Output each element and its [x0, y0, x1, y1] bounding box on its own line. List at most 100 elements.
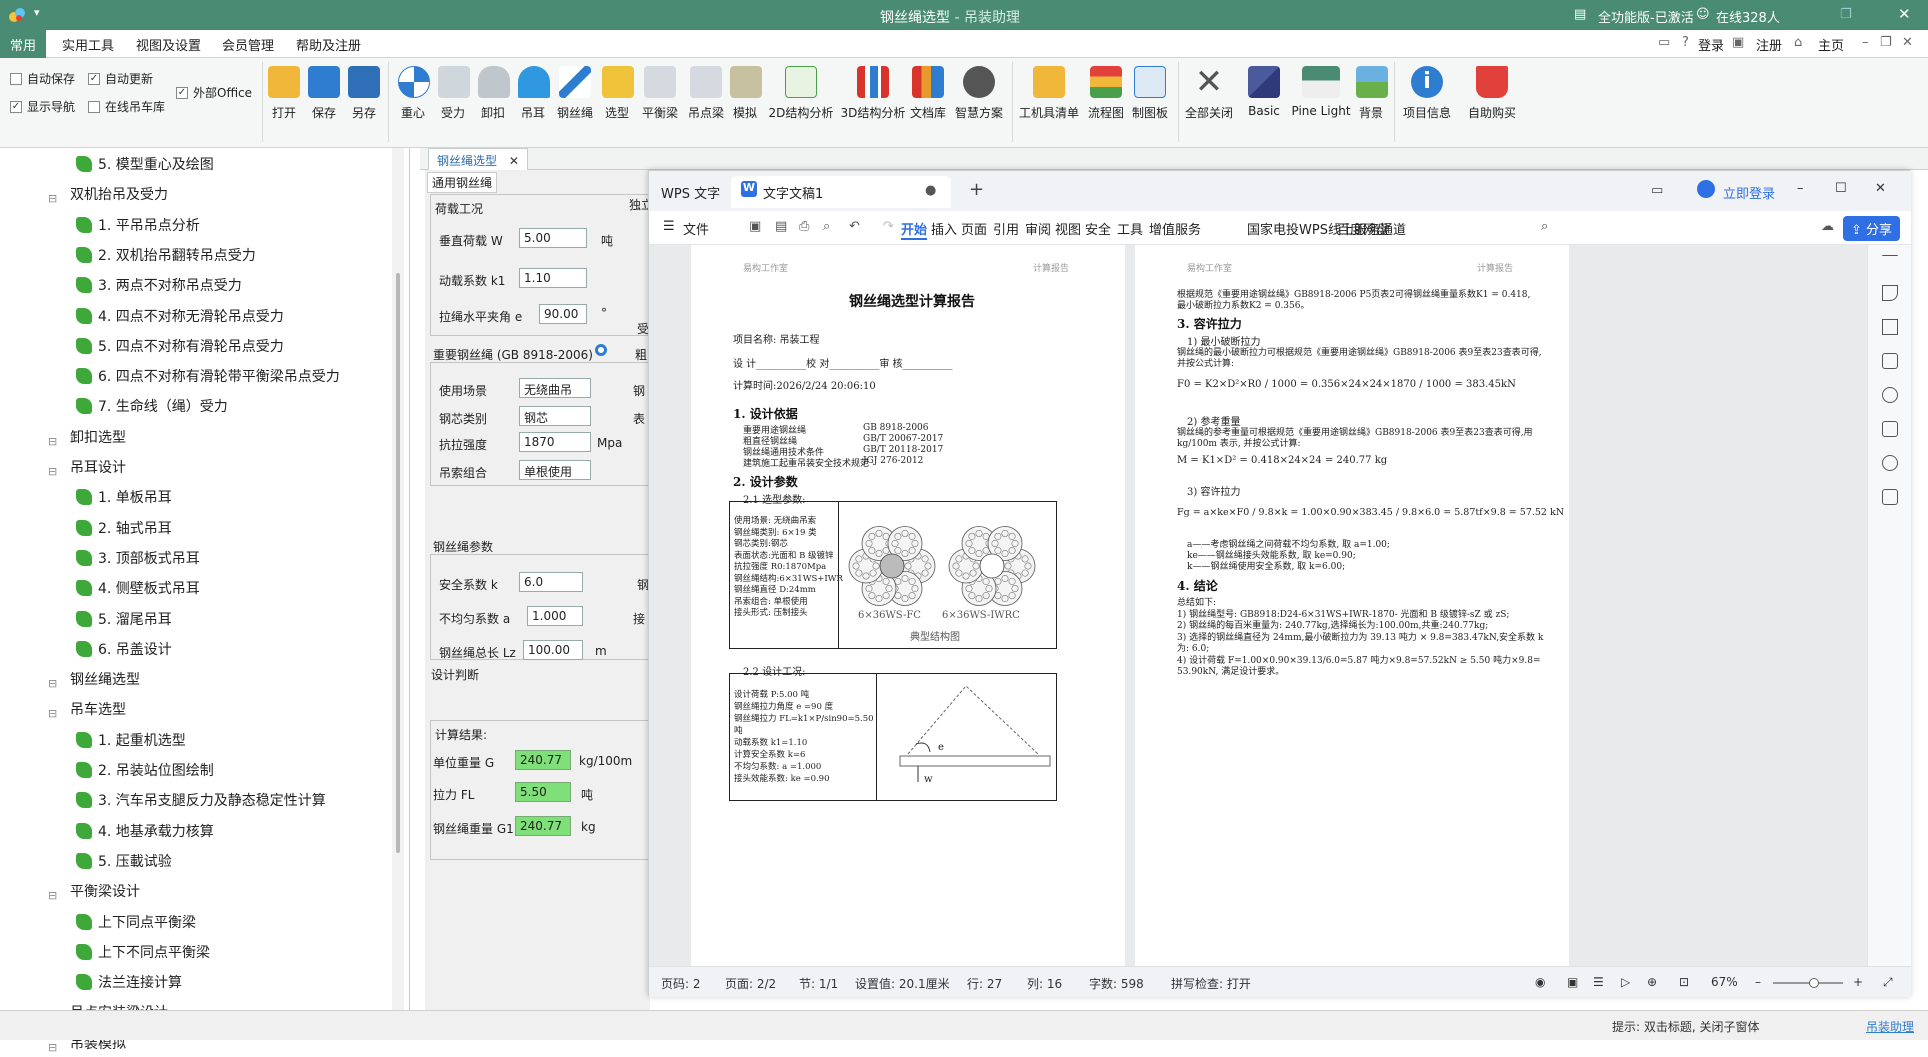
tree-group[interactable]: ⊟ 吊车选型: [48, 699, 126, 723]
sidebar-collapse-icon[interactable]: [1882, 255, 1898, 257]
wire-rope-button[interactable]: 钢丝绳: [554, 58, 596, 146]
tab-help[interactable]: 帮助及注册: [296, 35, 361, 54]
save-button[interactable]: 保存: [308, 58, 340, 146]
tree-leaf[interactable]: 2. 双机抬吊翻转吊点受力: [76, 245, 256, 265]
wps-preview-icon[interactable]: ⌕: [823, 219, 830, 234]
wps-file-menu[interactable]: 文件: [683, 219, 709, 238]
center-gravity-button[interactable]: 重心: [398, 58, 430, 146]
smart-plan-button[interactable]: 智慧方案: [952, 58, 1006, 146]
tree-group[interactable]: ⊟ 卸扣选型: [48, 427, 126, 451]
zoom-slider[interactable]: [1773, 978, 1843, 988]
tree-leaf[interactable]: 法兰连接计算: [76, 972, 182, 992]
eye-protect-icon[interactable]: ◉: [1535, 975, 1545, 989]
open-button[interactable]: 打开: [268, 58, 300, 146]
tree-leaf[interactable]: 上下不同点平衡梁: [76, 942, 210, 962]
flowchart-button[interactable]: 流程图: [1086, 58, 1126, 146]
close-icon[interactable]: ✕: [1898, 5, 1911, 23]
tree-leaf[interactable]: 5. 四点不对称有滑轮吊点受力: [76, 336, 284, 356]
wps-tab[interactable]: 百度网盘: [1337, 219, 1389, 238]
wps-layout-icon[interactable]: ▭: [1651, 183, 1663, 198]
uneven-input[interactable]: 1.000: [527, 606, 583, 626]
wps-tab[interactable]: 增值服务: [1149, 219, 1201, 238]
2d-analysis-button[interactable]: 2D结构分析: [766, 58, 836, 146]
wps-export-icon[interactable]: ▤: [775, 219, 787, 234]
tree-scrollbar[interactable]: [392, 148, 404, 1033]
history-icon[interactable]: [1882, 455, 1898, 471]
read-mode-icon[interactable]: ▷: [1621, 975, 1630, 989]
wps-search-icon[interactable]: ⌕: [1541, 219, 1548, 234]
selection-button[interactable]: 选型: [602, 58, 634, 146]
balance-beam-button[interactable]: 平衡梁: [638, 58, 682, 146]
tab-common[interactable]: 常用: [0, 30, 47, 58]
tree-leaf[interactable]: 3. 顶部板式吊耳: [76, 548, 200, 568]
outline-icon[interactable]: [1882, 489, 1898, 505]
quick-access-caret-icon[interactable]: ▾: [34, 6, 40, 19]
self-purchase-button[interactable]: 自助购买: [1466, 58, 1518, 146]
checkbox-external-office[interactable]: ✓ 外部Office: [176, 84, 252, 101]
project-info-button[interactable]: i 项目信息: [1398, 58, 1456, 146]
tree-leaf[interactable]: 6. 四点不对称有滑轮带平衡梁吊点受力: [76, 366, 340, 386]
checkbox-online-crane[interactable]: 在线吊车库: [88, 98, 165, 115]
wps-app-tab[interactable]: WPS 文字: [661, 183, 720, 202]
checkbox-auto-update[interactable]: ✓ 自动更新: [88, 70, 153, 87]
vertical-load-input[interactable]: 5.00: [519, 228, 587, 248]
tab-member[interactable]: 会员管理: [222, 35, 274, 54]
wps-tab[interactable]: 审阅: [1025, 219, 1051, 238]
theme-basic-button[interactable]: Basic: [1246, 58, 1282, 146]
tree-leaf[interactable]: 6. 吊盖设计: [76, 639, 172, 659]
zoom-level[interactable]: 67%: [1711, 975, 1738, 989]
tree-leaf[interactable]: 1. 起重机选型: [76, 730, 186, 750]
tree-leaf[interactable]: 5. 压載试验: [76, 851, 172, 871]
lifting-beam-button[interactable]: 吊点梁: [684, 58, 728, 146]
wps-undo-icon[interactable]: ↶: [849, 219, 860, 234]
tree-leaf[interactable]: 4. 地基承载力核算: [76, 821, 214, 841]
dynamic-input[interactable]: 1.10: [519, 268, 587, 288]
wps-tab[interactable]: 工具: [1117, 219, 1143, 238]
tree-group[interactable]: ⊟ 吊耳设计: [48, 457, 126, 481]
page-view-icon[interactable]: ▣: [1567, 975, 1578, 989]
lock-icon[interactable]: [1882, 353, 1898, 369]
close-all-button[interactable]: ✕ 全部关闭: [1182, 58, 1236, 146]
help-icon[interactable]: ?: [1682, 35, 1689, 50]
wps-tab[interactable]: 安全: [1085, 219, 1111, 238]
theme-pine-light-button[interactable]: Pine Light: [1290, 58, 1352, 146]
wps-close-icon[interactable]: ✕: [1875, 181, 1886, 196]
tree-leaf[interactable]: 2. 轴式吊耳: [76, 518, 172, 538]
wps-minimize-icon[interactable]: –: [1797, 181, 1804, 196]
tree-leaf[interactable]: 5. 溜尾吊耳: [76, 609, 172, 629]
zoom-in-icon[interactable]: +: [1853, 975, 1863, 989]
wps-tab[interactable]: 插入: [931, 219, 957, 238]
wps-redo-icon[interactable]: ↷: [883, 219, 894, 234]
app-logo-icon[interactable]: [8, 7, 26, 23]
brand-link[interactable]: 吊装助理: [1866, 1018, 1914, 1035]
lug-button[interactable]: 吊耳: [518, 58, 550, 146]
register-link[interactable]: 注册: [1756, 35, 1782, 54]
pen-icon[interactable]: [1882, 285, 1898, 301]
force-button[interactable]: 受力: [438, 58, 470, 146]
maximize-icon[interactable]: ❐: [1880, 35, 1892, 50]
shackle-button[interactable]: 卸扣: [478, 58, 510, 146]
wps-share-button[interactable]: ⇪ 分享: [1843, 216, 1901, 241]
web-view-icon[interactable]: ⊕: [1647, 975, 1657, 989]
tree-leaf[interactable]: 1. 单板吊耳: [76, 487, 172, 507]
tab-view-settings[interactable]: 视图及设置: [136, 35, 201, 54]
doc-library-button[interactable]: 文档库: [908, 58, 948, 146]
wps-maximize-icon[interactable]: ☐: [1835, 181, 1847, 196]
close-tab-icon[interactable]: ✕: [509, 154, 519, 168]
wps-tab[interactable]: 页面: [961, 219, 987, 238]
wps-new-tab-icon[interactable]: +: [969, 179, 984, 200]
strength-select[interactable]: 1870: [519, 432, 591, 452]
wps-tab[interactable]: 开始: [901, 219, 928, 240]
combo-select[interactable]: 单根使用: [519, 460, 591, 480]
tree-group[interactable]: ⊟ 钢丝绳选型: [48, 669, 140, 693]
form-section-tab[interactable]: 通用钢丝绳: [427, 172, 498, 193]
tree-leaf[interactable]: 3. 汽车吊支腿反力及静态稳定性计算: [76, 790, 326, 810]
outline-view-icon[interactable]: ☰: [1593, 975, 1604, 989]
simulate-button[interactable]: 模拟: [730, 58, 762, 146]
zoom-slider-handle[interactable]: [1809, 978, 1819, 988]
home-link[interactable]: 主页: [1818, 35, 1844, 54]
wps-tab-close-icon[interactable]: ●: [925, 183, 936, 198]
zoom-out-icon[interactable]: –: [1755, 975, 1761, 989]
wps-login-link[interactable]: 立即登录: [1723, 183, 1775, 202]
wps-tab[interactable]: 引用: [993, 219, 1019, 238]
